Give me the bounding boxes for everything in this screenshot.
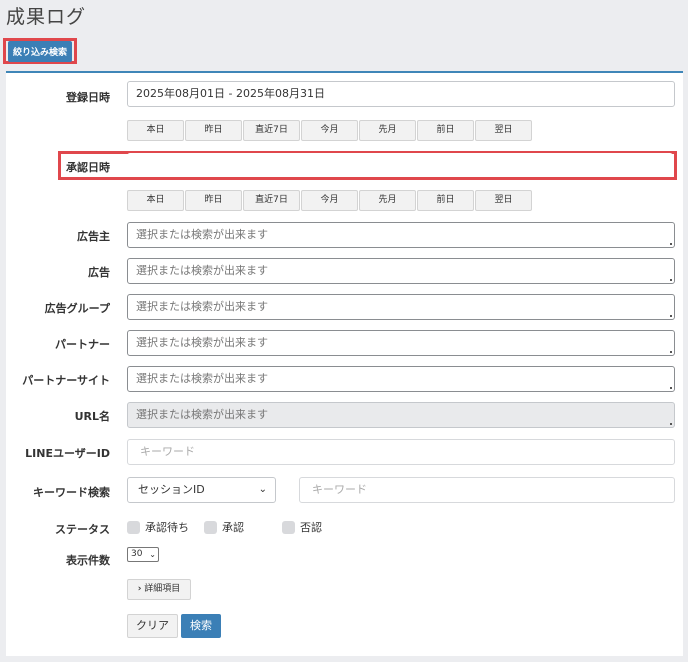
dropdown-indicator-icon: [670, 351, 672, 353]
line-user-id-label: LINEユーザーID: [25, 447, 110, 460]
page-title: 成果ログ: [6, 6, 87, 28]
ad-group-label: 広告グループ: [44, 302, 110, 315]
status-pending-label: 承認待ち: [145, 521, 189, 534]
status-rejected-checkbox[interactable]: 否認: [282, 519, 322, 535]
status-label: ステータス: [55, 523, 110, 536]
checkbox-icon: [127, 520, 140, 534]
approved-quick-buttons: 本日 昨日 直近7日 今月 先月 前日 翌日: [127, 190, 532, 211]
approved-this-month-button[interactable]: 今月: [301, 190, 358, 211]
advertiser-placeholder: 選択または検索が出来ます: [136, 228, 268, 241]
status-approved-checkbox[interactable]: 承認: [204, 519, 244, 535]
per-page-value: 30: [131, 549, 143, 559]
ad-group-select[interactable]: 選択または検索が出来ます: [127, 294, 675, 320]
filter-toggle-button[interactable]: 絞り込み検索: [7, 40, 72, 62]
keyword-input[interactable]: キーワード: [299, 477, 675, 503]
status-pending-checkbox[interactable]: 承認待ち: [127, 519, 189, 535]
status-approved-label: 承認: [222, 521, 244, 534]
approved-today-button[interactable]: 本日: [127, 190, 184, 211]
search-button[interactable]: 検索: [181, 614, 221, 638]
approved-date-label: 承認日時: [66, 161, 110, 174]
registered-next-day-button[interactable]: 翌日: [475, 120, 532, 141]
chevron-down-icon: ⌄: [149, 550, 156, 559]
registered-last7-button[interactable]: 直近7日: [243, 120, 300, 141]
keyword-type-select[interactable]: セッションID ⌄: [127, 477, 276, 503]
status-rejected-label: 否認: [300, 521, 322, 534]
partner-site-placeholder: 選択または検索が出来ます: [136, 372, 268, 385]
registered-date-label: 登録日時: [66, 91, 110, 104]
advertiser-select[interactable]: 選択または検索が出来ます: [127, 222, 675, 248]
detail-fields-button[interactable]: › 詳細項目: [127, 579, 191, 600]
registered-last-month-button[interactable]: 先月: [359, 120, 416, 141]
dropdown-indicator-icon: [670, 315, 672, 317]
registered-yesterday-button[interactable]: 昨日: [185, 120, 242, 141]
checkbox-icon: [204, 520, 217, 534]
url-name-placeholder: 選択または検索が出来ます: [136, 408, 268, 421]
registered-this-month-button[interactable]: 今月: [301, 120, 358, 141]
filter-toggle-highlight: 絞り込み検索: [3, 38, 77, 64]
registered-date-input[interactable]: 2025年08月01日 - 2025年08月31日: [127, 81, 675, 107]
clear-button[interactable]: クリア: [127, 614, 178, 638]
ad-label: 広告: [88, 266, 110, 279]
dropdown-indicator-icon: [670, 279, 672, 281]
partner-site-label: パートナーサイト: [22, 374, 110, 387]
detail-fields-label: 詳細項目: [144, 584, 181, 594]
approved-yesterday-button[interactable]: 昨日: [185, 190, 242, 211]
ad-select[interactable]: 選択または検索が出来ます: [127, 258, 675, 284]
approved-last7-button[interactable]: 直近7日: [243, 190, 300, 211]
partner-placeholder: 選択または検索が出来ます: [136, 336, 268, 349]
ad-placeholder: 選択または検索が出来ます: [136, 264, 268, 277]
checkbox-icon: [282, 520, 295, 534]
line-user-id-input[interactable]: キーワード: [127, 439, 675, 465]
ad-group-placeholder: 選択または検索が出来ます: [136, 300, 268, 313]
per-page-select[interactable]: 30 ⌄: [127, 547, 159, 562]
partner-label: パートナー: [55, 338, 110, 351]
partner-site-select[interactable]: 選択または検索が出来ます: [127, 366, 675, 392]
keyword-search-label: キーワード検索: [33, 486, 110, 499]
dropdown-indicator-icon: [670, 243, 672, 245]
chevron-right-icon: ›: [137, 584, 142, 594]
registered-today-button[interactable]: 本日: [127, 120, 184, 141]
keyword-type-value: セッションID: [138, 483, 205, 496]
approved-date-input[interactable]: [127, 153, 673, 177]
approved-next-day-button[interactable]: 翌日: [475, 190, 532, 211]
partner-select[interactable]: 選択または検索が出来ます: [127, 330, 675, 356]
per-page-label: 表示件数: [66, 554, 110, 567]
approved-prev-day-button[interactable]: 前日: [417, 190, 474, 211]
advertiser-label: 広告主: [77, 230, 110, 243]
registered-prev-day-button[interactable]: 前日: [417, 120, 474, 141]
approved-last-month-button[interactable]: 先月: [359, 190, 416, 211]
dropdown-indicator-icon: [670, 387, 672, 389]
chevron-down-icon: ⌄: [258, 484, 267, 495]
url-name-select: 選択または検索が出来ます: [127, 402, 675, 428]
registered-quick-buttons: 本日 昨日 直近7日 今月 先月 前日 翌日: [127, 120, 532, 141]
dropdown-indicator-icon: [670, 423, 672, 425]
filter-panel: 登録日時 2025年08月01日 - 2025年08月31日 本日 昨日 直近7…: [6, 71, 683, 656]
url-name-label: URL名: [74, 410, 110, 423]
